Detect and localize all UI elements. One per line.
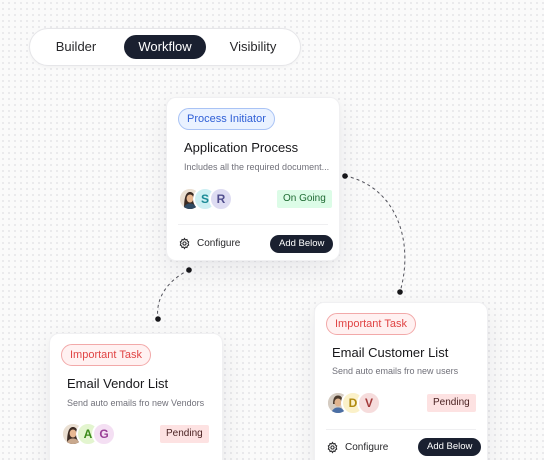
tab-workflow[interactable]: Workflow [124, 35, 206, 59]
configure-button[interactable]: Configure [178, 235, 240, 251]
assignee-avatars: D V [326, 391, 386, 415]
connector-dot [342, 173, 348, 179]
connector-dot [155, 316, 161, 322]
status-badge: Pending [160, 425, 209, 443]
configure-label: Configure [197, 237, 241, 249]
view-tab-switcher: Builder Workflow Visibility [29, 28, 301, 66]
connector-dot [186, 267, 192, 273]
status-badge: Pending [427, 394, 476, 412]
configure-label: Configure [345, 441, 389, 453]
avatar-initial: G [92, 422, 116, 446]
card-title: Application Process [184, 140, 299, 155]
tab-builder[interactable]: Builder [42, 35, 110, 59]
card-description: Send auto emails fro new Vendors [67, 398, 205, 408]
status-badge: On Going [277, 190, 332, 208]
process-initiator-card[interactable]: Process Initiator Application Process In… [166, 97, 340, 261]
add-below-button[interactable]: Add Below [270, 235, 334, 253]
card-divider [326, 429, 476, 430]
connector-process-to-vendor [157, 269, 190, 320]
assignee-avatars: A G [61, 422, 121, 446]
card-title: Email Vendor List [67, 376, 169, 391]
configure-button[interactable]: Configure [326, 439, 388, 455]
tab-visibility[interactable]: Visibility [218, 35, 288, 59]
avatar-initial: R [209, 187, 233, 211]
process-initiator-badge: Process Initiator [178, 108, 275, 130]
assignee-avatars: S R [178, 187, 238, 211]
card-divider [178, 224, 328, 225]
gear-icon [327, 441, 338, 453]
card-description: Includes all the required document... [184, 162, 330, 172]
avatar-initial: V [357, 391, 381, 415]
card-description: Send auto emails fro new users [332, 366, 459, 376]
gear-icon [179, 237, 190, 249]
connector-process-to-customer [344, 175, 406, 293]
email-vendor-card[interactable]: Important Task Email Vendor List Send au… [49, 333, 223, 460]
card-title: Email Customer List [332, 345, 449, 360]
add-below-button[interactable]: Add Below [418, 438, 482, 456]
email-customer-card[interactable]: Important Task Email Customer List Send … [314, 302, 488, 460]
important-task-badge: Important Task [61, 344, 151, 366]
important-task-badge: Important Task [326, 313, 416, 335]
connector-dot [397, 289, 403, 295]
